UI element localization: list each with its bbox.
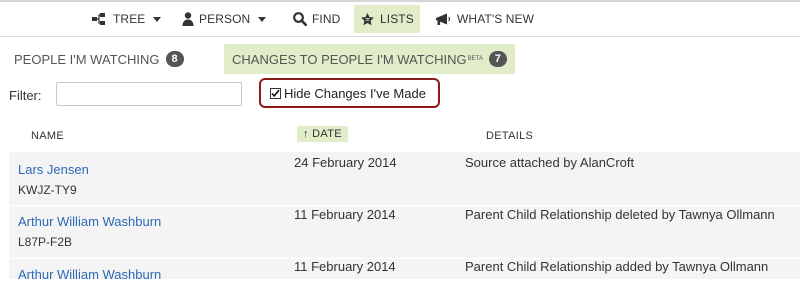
- column-header-name[interactable]: NAME: [31, 130, 64, 142]
- column-header-date-label: DATE: [312, 128, 342, 140]
- change-details: Parent Child Relationship deleted by Taw…: [465, 207, 775, 222]
- sort-arrow-icon: ↑: [303, 128, 309, 140]
- table-row: Arthur William Washburn L87P-F2B 11 Febr…: [9, 206, 800, 258]
- count-badge: 7: [488, 51, 507, 67]
- nav-person-label: PERSON: [199, 12, 251, 26]
- tree-icon: [92, 13, 108, 25]
- count-badge: 8: [165, 51, 184, 67]
- person-name-link[interactable]: Arthur William Washburn: [18, 214, 161, 229]
- nav-find[interactable]: FIND: [293, 5, 340, 33]
- nav-whats-new-label: WHAT'S NEW: [457, 12, 535, 26]
- person-icon: [182, 12, 194, 26]
- person-id: KWJZ-TY9: [18, 183, 77, 197]
- table-row: Arthur William Washburn 11 February 2014…: [9, 259, 800, 282]
- nav-tree-label: TREE: [113, 12, 146, 26]
- change-date: 11 February 2014: [294, 259, 396, 274]
- change-details: Source attached by AlanCroft: [465, 155, 635, 170]
- tab-changes-watching[interactable]: CHANGES TO PEOPLE I'M WATCHING BETA 7: [224, 44, 515, 74]
- nav-whats-new[interactable]: WHAT'S NEW: [435, 5, 534, 33]
- beta-label: BETA: [467, 56, 483, 62]
- tab-people-watching[interactable]: PEOPLE I'M WATCHING 8: [14, 44, 184, 74]
- nav-lists[interactable]: LISTS: [354, 5, 420, 33]
- table-row: Lars Jensen KWJZ-TY9 24 February 2014 So…: [9, 152, 800, 205]
- change-details: Parent Child Relationship added by Tawny…: [465, 259, 769, 274]
- search-icon: [293, 12, 307, 26]
- column-header-date[interactable]: ↑ DATE: [297, 126, 348, 142]
- person-id: L87P-F2B: [18, 235, 73, 249]
- hide-changes-label[interactable]: Hide Changes I've Made: [284, 86, 426, 101]
- column-header-details[interactable]: DETAILS: [486, 130, 533, 142]
- change-date: 24 February 2014: [294, 155, 397, 170]
- nav-person[interactable]: PERSON: [182, 5, 267, 33]
- nav-find-label: FIND: [312, 12, 341, 26]
- megaphone-icon: [435, 13, 452, 26]
- person-name-link[interactable]: Lars Jensen: [18, 162, 89, 177]
- tab-people-watching-label: PEOPLE I'M WATCHING: [14, 51, 160, 67]
- list-tabs: PEOPLE I'M WATCHING 8 CHANGES TO PEOPLE …: [0, 44, 800, 74]
- change-date: 11 February 2014: [294, 207, 396, 222]
- hide-changes-checkbox[interactable]: [270, 87, 281, 99]
- chevron-down-icon: [258, 16, 267, 22]
- person-name-link[interactable]: Arthur William Washburn: [18, 267, 161, 282]
- nav-tree[interactable]: TREE: [92, 5, 162, 33]
- tab-changes-watching-label: CHANGES TO PEOPLE I'M WATCHING: [232, 51, 467, 67]
- star-list-icon: [360, 12, 375, 27]
- hide-changes-highlight: Hide Changes I've Made: [259, 78, 440, 108]
- nav-lists-label: LISTS: [380, 12, 414, 26]
- top-nav: TREE PERSON FIND LISTS WHAT'S NEW: [0, 2, 800, 37]
- filter-input[interactable]: [56, 82, 242, 106]
- filter-label: Filter:: [9, 88, 42, 103]
- chevron-down-icon: [153, 16, 162, 22]
